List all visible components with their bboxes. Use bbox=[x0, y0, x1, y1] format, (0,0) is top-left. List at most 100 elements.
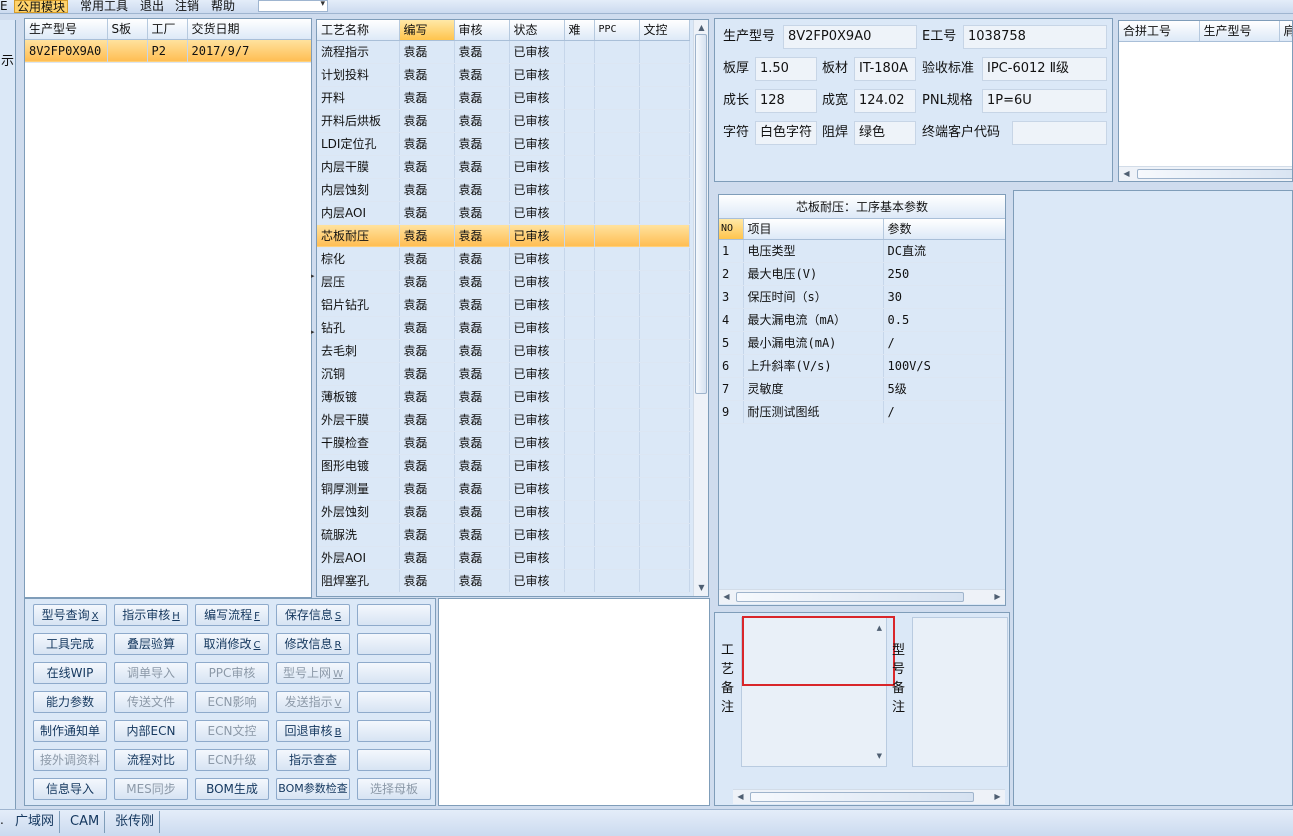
table-row[interactable]: 铜厚测量 袁磊 袁磊 已审核 bbox=[317, 477, 690, 501]
order-header-date[interactable]: 交货日期 bbox=[187, 19, 311, 40]
toolbar-button[interactable]: 选择母板 bbox=[357, 778, 431, 800]
table-row[interactable]: 5 最小漏电流(mA) / bbox=[719, 331, 1005, 355]
toolbar-button[interactable]: 指示审核 H bbox=[114, 604, 188, 626]
toolbar-button[interactable]: 在线WIP bbox=[33, 662, 107, 684]
width-field[interactable]: 124.02 bbox=[854, 89, 916, 113]
toolbar-button[interactable] bbox=[357, 633, 431, 655]
table-row[interactable]: 7 灵敏度 5级 bbox=[719, 377, 1005, 401]
table-row[interactable]: 开料后烘板 袁磊 袁磊 已审核 bbox=[317, 109, 690, 133]
toolbar-button[interactable]: 型号上网 W bbox=[276, 662, 350, 684]
toolbar-button[interactable] bbox=[357, 720, 431, 742]
toolbar-button[interactable]: ECN升级 bbox=[195, 749, 269, 771]
table-row[interactable]: 6 上升斜率(V/s) 100V/S bbox=[719, 354, 1005, 378]
table-row[interactable]: 沉铜 袁磊 袁磊 已审核 bbox=[317, 362, 690, 386]
merge-header-extra[interactable]: 肩 bbox=[1279, 21, 1292, 42]
standard-field[interactable]: IPC-6012 Ⅱ级 bbox=[982, 57, 1107, 81]
toolbar-button[interactable]: 制作通知单 bbox=[33, 720, 107, 742]
menu-help[interactable]: 帮助 bbox=[211, 0, 235, 13]
scroll-thumb[interactable] bbox=[736, 592, 964, 602]
toolbar-button[interactable]: 流程对比 bbox=[114, 749, 188, 771]
pnl-field[interactable]: 1P=6U bbox=[982, 89, 1107, 113]
scroll-thumb[interactable] bbox=[1137, 169, 1292, 179]
table-row[interactable]: 内层干膜 袁磊 袁磊 已审核 bbox=[317, 155, 690, 179]
table-row[interactable]: 1 电压类型 DC直流 bbox=[719, 239, 1005, 263]
model-field[interactable]: 8V2FP0X9A0 bbox=[783, 25, 917, 49]
length-field[interactable]: 128 bbox=[755, 89, 817, 113]
model-remarks-textarea[interactable] bbox=[912, 617, 1008, 767]
toolbar-button[interactable]: 修改信息 R bbox=[276, 633, 350, 655]
toolbar-button[interactable]: 调单导入 bbox=[114, 662, 188, 684]
customer-code-field[interactable] bbox=[1012, 121, 1107, 145]
process-header-difficulty[interactable]: 难 bbox=[564, 20, 595, 41]
e-number-field[interactable]: 1038758 bbox=[963, 25, 1107, 49]
process-header-name[interactable]: 工艺名称 bbox=[317, 20, 400, 41]
table-row[interactable]: 9 耐压测试图纸 / bbox=[719, 400, 1005, 424]
merge-hscroll[interactable]: ◀ bbox=[1119, 166, 1292, 181]
menu-logout[interactable]: 注销 bbox=[175, 0, 199, 13]
toolbar-button[interactable]: 工具完成 bbox=[33, 633, 107, 655]
toolbar-button[interactable]: BOM生成 bbox=[195, 778, 269, 800]
params-header-item[interactable]: 项目 bbox=[743, 219, 884, 240]
table-row[interactable]: 3 保压时间（s） 30 bbox=[719, 285, 1005, 309]
thickness-field[interactable]: 1.50 bbox=[755, 57, 817, 81]
toolbar-button[interactable]: 接外调资料 bbox=[33, 749, 107, 771]
toolbar-button[interactable] bbox=[357, 662, 431, 684]
toolbar-button[interactable]: PPC审核 bbox=[195, 662, 269, 684]
order-header-s[interactable]: S板 bbox=[107, 19, 148, 40]
toolbar-button[interactable] bbox=[357, 604, 431, 626]
toolbar-button[interactable]: MES同步 bbox=[114, 778, 188, 800]
toolbar-button[interactable]: 编写流程 F bbox=[195, 604, 269, 626]
params-header-no[interactable]: NO bbox=[719, 219, 744, 240]
table-row[interactable]: 薄板镀 袁磊 袁磊 已审核 bbox=[317, 385, 690, 409]
toolbar-button[interactable]: 指示查查 bbox=[276, 749, 350, 771]
table-row[interactable]: 棕化 袁磊 袁磊 已审核 bbox=[317, 247, 690, 271]
remarks-hscroll[interactable]: ◀ ▶ bbox=[733, 789, 1005, 804]
toolbar-button[interactable]: 信息导入 bbox=[33, 778, 107, 800]
table-row[interactable]: 层压 袁磊 袁磊 已审核 bbox=[317, 270, 690, 294]
table-row[interactable]: 芯板耐压 袁磊 袁磊 已审核 bbox=[317, 224, 690, 248]
merge-header-number[interactable]: 合拼工号 bbox=[1119, 21, 1200, 42]
table-row[interactable]: 计划投料 袁磊 袁磊 已审核 bbox=[317, 63, 690, 87]
table-row[interactable]: 铝片钻孔 袁磊 袁磊 已审核 bbox=[317, 293, 690, 317]
toolbar-button[interactable]: ECN文控 bbox=[195, 720, 269, 742]
menu-combo[interactable]: ▾ bbox=[258, 0, 328, 12]
table-row[interactable]: 钻孔 袁磊 袁磊 已审核 bbox=[317, 316, 690, 340]
order-header-model[interactable]: 生产型号 bbox=[25, 19, 108, 40]
table-row[interactable]: 去毛刺 袁磊 袁磊 已审核 bbox=[317, 339, 690, 363]
toolbar-button[interactable]: BOM参数检查 bbox=[276, 778, 350, 800]
char-field[interactable]: 白色字符 bbox=[755, 121, 817, 145]
left-strip[interactable]: 示 bbox=[0, 20, 16, 810]
params-header-value[interactable]: 参数 bbox=[883, 219, 1005, 240]
order-header-factory[interactable]: 工厂 bbox=[147, 19, 188, 40]
table-row[interactable]: 硫脲洗 袁磊 袁磊 已审核 bbox=[317, 523, 690, 547]
toolbar-button[interactable]: ECN影响 bbox=[195, 691, 269, 713]
toolbar-button[interactable]: 回退审核 B bbox=[276, 720, 350, 742]
toolbar-button[interactable]: 内部ECN bbox=[114, 720, 188, 742]
table-row[interactable]: 流程指示 袁磊 袁磊 已审核 bbox=[317, 40, 690, 64]
table-row[interactable]: 图形电镀 袁磊 袁磊 已审核 bbox=[317, 454, 690, 478]
table-row[interactable]: 2 最大电压(V) 250 bbox=[719, 262, 1005, 286]
table-row[interactable]: 内层蚀刻 袁磊 袁磊 已审核 bbox=[317, 178, 690, 202]
scroll-thumb[interactable] bbox=[750, 792, 974, 802]
toolbar-button[interactable]: 型号查询 X bbox=[33, 604, 107, 626]
process-header-reviewer[interactable]: 审核 bbox=[454, 20, 510, 41]
table-row[interactable]: 内层AOI 袁磊 袁磊 已审核 bbox=[317, 201, 690, 225]
solder-mask-field[interactable]: 绿色 bbox=[854, 121, 916, 145]
table-row[interactable]: 外层干膜 袁磊 袁磊 已审核 bbox=[317, 408, 690, 432]
table-row[interactable]: LDI定位孔 袁磊 袁磊 已审核 bbox=[317, 132, 690, 156]
toolbar-button[interactable]: 发送指示 V bbox=[276, 691, 350, 713]
merge-header-model[interactable]: 生产型号 bbox=[1199, 21, 1280, 42]
scroll-thumb[interactable] bbox=[695, 34, 707, 394]
table-row[interactable]: 外层蚀刻 袁磊 袁磊 已审核 bbox=[317, 500, 690, 524]
process-header-ppc[interactable]: PPC bbox=[594, 20, 640, 41]
menu-exit[interactable]: 退出 bbox=[140, 0, 164, 13]
toolbar-button[interactable]: 取消修改 C bbox=[195, 633, 269, 655]
process-header-author[interactable]: 编写 bbox=[399, 20, 455, 41]
table-row[interactable]: 开料 袁磊 袁磊 已审核 bbox=[317, 86, 690, 110]
toolbar-button[interactable]: 能力参数 bbox=[33, 691, 107, 713]
process-header-status[interactable]: 状态 bbox=[509, 20, 565, 41]
toolbar-button[interactable]: 保存信息 S bbox=[276, 604, 350, 626]
material-field[interactable]: IT-180A bbox=[854, 57, 916, 81]
table-row[interactable]: 干膜检查 袁磊 袁磊 已审核 bbox=[317, 431, 690, 455]
process-header-doc-control[interactable]: 文控 bbox=[639, 20, 690, 41]
